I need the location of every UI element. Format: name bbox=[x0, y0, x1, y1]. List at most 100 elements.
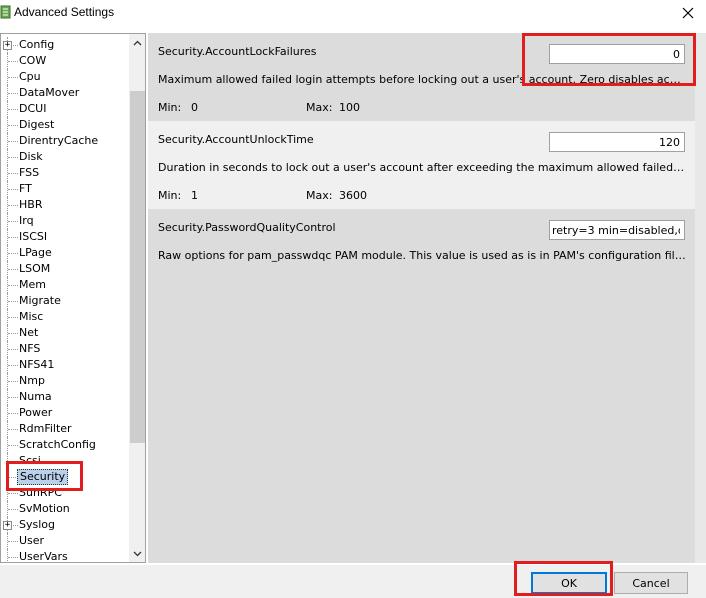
tree-connector bbox=[8, 509, 18, 510]
tree-item-cpu[interactable]: Cpu bbox=[1, 69, 129, 85]
tree-item-label: NFS41 bbox=[19, 358, 55, 371]
setting-description: Duration in seconds to lock out a user's… bbox=[158, 161, 686, 174]
tree-connector bbox=[8, 333, 18, 334]
tree-item-user[interactable]: User bbox=[1, 533, 129, 549]
min-label: Min: bbox=[158, 189, 182, 202]
tree-item-dcui[interactable]: DCUI bbox=[1, 101, 129, 117]
tree-connector bbox=[8, 541, 18, 542]
ok-button[interactable]: OK bbox=[531, 572, 607, 594]
tree-item-digest[interactable]: Digest bbox=[1, 117, 129, 133]
max-label: Max: bbox=[306, 189, 333, 202]
tree-item-label: Nmp bbox=[19, 374, 45, 387]
tree-item-label: RdmFilter bbox=[19, 422, 72, 435]
tree-item-uservars[interactable]: UserVars bbox=[1, 549, 129, 563]
tree-item-label: Net bbox=[19, 326, 39, 339]
setting-value-input[interactable] bbox=[549, 132, 685, 152]
tree-item-irq[interactable]: Irq bbox=[1, 213, 129, 229]
tree-item-rdmfilter[interactable]: RdmFilter bbox=[1, 421, 129, 437]
tree-connector bbox=[8, 557, 18, 558]
tree-item-scratchconfig[interactable]: ScratchConfig bbox=[1, 437, 129, 453]
setting-value-input[interactable] bbox=[549, 220, 685, 240]
tree-connector bbox=[8, 349, 18, 350]
tree-item-lsom[interactable]: LSOM bbox=[1, 261, 129, 277]
tree-item-power[interactable]: Power bbox=[1, 405, 129, 421]
tree-connector bbox=[8, 93, 18, 94]
panel-scrollbar[interactable] bbox=[695, 33, 706, 563]
tree-connector bbox=[7, 549, 8, 562]
tree-item-numa[interactable]: Numa bbox=[1, 389, 129, 405]
setting-row-account-lock-failures: Security.AccountLockFailures Maximum all… bbox=[148, 33, 695, 121]
tree-connector bbox=[8, 413, 18, 414]
tree-connector bbox=[8, 269, 18, 270]
tree-item-fss[interactable]: FSS bbox=[1, 165, 129, 181]
tree-item-migrate[interactable]: Migrate bbox=[1, 293, 129, 309]
tree-item-scsi[interactable]: Scsi bbox=[1, 453, 129, 469]
close-button[interactable] bbox=[676, 2, 700, 24]
tree-item-direntrycache[interactable]: DirentryCache bbox=[1, 133, 129, 149]
tree-item-iscsi[interactable]: ISCSI bbox=[1, 229, 129, 245]
scroll-down-button[interactable] bbox=[129, 545, 145, 562]
tree-item-cow[interactable]: COW bbox=[1, 53, 129, 69]
tree-connector bbox=[8, 493, 18, 494]
tree-item-datamover[interactable]: DataMover bbox=[1, 85, 129, 101]
window-title: Advanced Settings bbox=[14, 5, 115, 19]
tree-item-misc[interactable]: Misc bbox=[1, 309, 129, 325]
tree-item-label: UserVars bbox=[19, 550, 68, 563]
tree-item-svmotion[interactable]: SvMotion bbox=[1, 501, 129, 517]
dialog-client-area: + Config COW Cpu DataMover DCUI Digest Direntry… bbox=[0, 33, 706, 565]
tree-item-label: Disk bbox=[19, 150, 43, 163]
tree-item-mem[interactable]: Mem bbox=[1, 277, 129, 293]
setting-description: Raw options for pam_passwdqc PAM module.… bbox=[158, 249, 686, 262]
tree-item-sunrpc[interactable]: SunRPC bbox=[1, 485, 129, 501]
tree-item-label: Cpu bbox=[19, 70, 41, 83]
tree-item-net[interactable]: Net bbox=[1, 325, 129, 341]
tree-connector bbox=[8, 141, 18, 142]
tree-item-label: LSOM bbox=[19, 262, 51, 275]
tree-item-label: DirentryCache bbox=[19, 134, 99, 147]
tree-item-label: Misc bbox=[19, 310, 44, 323]
tree-item-label: Digest bbox=[19, 118, 55, 131]
cancel-button[interactable]: Cancel bbox=[614, 572, 688, 594]
tree-item-hbr[interactable]: HBR bbox=[1, 197, 129, 213]
scroll-up-button[interactable] bbox=[129, 34, 145, 51]
tree-item-label: Mem bbox=[19, 278, 46, 291]
tree-item-nmp[interactable]: Nmp bbox=[1, 373, 129, 389]
tree-item-ft[interactable]: FT bbox=[1, 181, 129, 197]
tree-item-nfs[interactable]: NFS bbox=[1, 341, 129, 357]
setting-value-input[interactable] bbox=[549, 44, 685, 64]
settings-tree[interactable]: + Config COW Cpu DataMover DCUI Digest Direntry… bbox=[0, 33, 146, 563]
tree-item-label: User bbox=[19, 534, 45, 547]
tree-connector bbox=[8, 109, 18, 110]
tree-item-label: Scsi bbox=[19, 454, 41, 467]
tree-connector bbox=[8, 381, 18, 382]
tree-item-label: DCUI bbox=[19, 102, 47, 115]
tree-connector bbox=[8, 77, 18, 78]
title-bar: Advanced Settings bbox=[0, 0, 706, 26]
tree-item-label: COW bbox=[19, 54, 47, 67]
tree-connector bbox=[8, 221, 18, 222]
button-bar: OK Cancel bbox=[0, 565, 706, 598]
tree-connector bbox=[8, 173, 18, 174]
expand-plus-icon[interactable]: + bbox=[3, 521, 12, 530]
tree-item-label: Irq bbox=[19, 214, 34, 227]
tree-connector bbox=[8, 157, 18, 158]
max-value: 100 bbox=[339, 101, 360, 114]
chevron-up-icon bbox=[133, 40, 142, 45]
setting-row-account-unlock-time: Security.AccountUnlockTime Duration in s… bbox=[148, 121, 695, 209]
tree-item-config[interactable]: + Config bbox=[1, 37, 129, 53]
max-label: Max: bbox=[306, 101, 333, 114]
tree-item-syslog[interactable]: + Syslog bbox=[1, 517, 129, 533]
setting-description: Maximum allowed failed login attempts be… bbox=[158, 73, 686, 86]
app-icon bbox=[0, 5, 11, 19]
tree-connector bbox=[8, 445, 18, 446]
scroll-thumb[interactable] bbox=[130, 91, 145, 443]
tree-item-lpage[interactable]: LPage bbox=[1, 245, 129, 261]
expand-plus-icon[interactable]: + bbox=[3, 41, 12, 50]
tree-item-label: Security bbox=[17, 469, 69, 485]
tree-item-disk[interactable]: Disk bbox=[1, 149, 129, 165]
tree-item-nfs41[interactable]: NFS41 bbox=[1, 357, 129, 373]
tree-item-security[interactable]: Security bbox=[1, 469, 129, 485]
max-value: 3600 bbox=[339, 189, 367, 202]
tree-connector bbox=[8, 61, 18, 62]
tree-scrollbar[interactable] bbox=[129, 34, 145, 562]
